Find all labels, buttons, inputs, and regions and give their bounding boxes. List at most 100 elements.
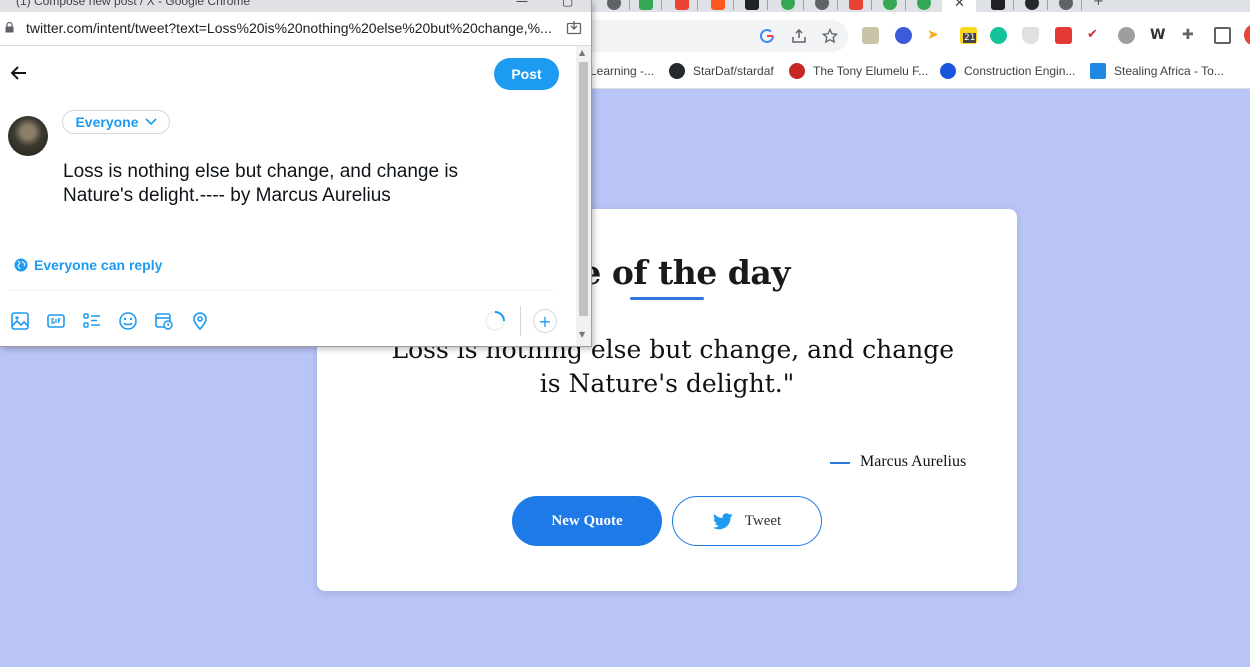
new-quote-button[interactable]: New Quote: [512, 496, 662, 546]
location-icon[interactable]: [190, 311, 210, 331]
install-app-icon[interactable]: [566, 20, 582, 36]
tab-favicon-icon: [849, 0, 863, 10]
browser-tab[interactable]: [1016, 0, 1048, 12]
profile-avatar[interactable]: [1244, 24, 1250, 46]
tab-separator: [1081, 0, 1082, 10]
tab-favicon-icon: [883, 0, 897, 10]
extension-badge: 21: [963, 33, 977, 43]
browser-tab[interactable]: [736, 0, 768, 12]
extension-blocked-icon[interactable]: [1118, 27, 1135, 44]
bookmark-item[interactable]: Construction Engin...: [940, 62, 1075, 80]
shield-icon[interactable]: [1022, 27, 1039, 44]
browser-tab[interactable]: [598, 0, 630, 12]
scroll-up-arrow-icon[interactable]: ▲: [579, 48, 585, 57]
browser-tab[interactable]: [908, 0, 940, 12]
globe-icon: [14, 258, 28, 272]
tab-separator: [871, 0, 872, 10]
browser-tab[interactable]: [772, 0, 804, 12]
extension-calendar-icon[interactable]: 21: [960, 27, 977, 44]
bookmark-item[interactable]: The Tony Elumelu F...: [789, 62, 928, 80]
compose-popup-window: (1) Compose new post / X - Google Chrome…: [0, 0, 592, 347]
bookmark-item[interactable]: Learning -...: [590, 62, 654, 80]
bookmark-star-icon[interactable]: [820, 26, 840, 46]
browser-tab[interactable]: [982, 0, 1014, 12]
tab-separator: [733, 0, 734, 10]
grammarly-icon[interactable]: [990, 27, 1007, 44]
plus-icon: +: [1093, 0, 1104, 9]
gif-icon[interactable]: [46, 311, 66, 331]
tab-favicon-icon: [917, 0, 931, 10]
emoji-icon[interactable]: [118, 311, 138, 331]
post-button[interactable]: Post: [494, 58, 559, 90]
audience-label: Everyone: [75, 114, 139, 130]
popup-window-title: (1) Compose new post / X - Google Chrome: [16, 0, 251, 8]
user-avatar[interactable]: [8, 116, 48, 156]
add-post-button[interactable]: +: [533, 309, 557, 333]
twitter-bird-icon: [712, 512, 733, 529]
bookmark-label: The Tony Elumelu F...: [813, 64, 929, 78]
tab-close-icon[interactable]: ✕: [954, 0, 965, 11]
bookmark-label: Learning -...: [590, 64, 655, 78]
tab-favicon-icon: [675, 0, 689, 10]
tab-separator: [661, 0, 662, 10]
browser-tab[interactable]: [840, 0, 872, 12]
bookmark-label: Construction Engin...: [964, 64, 1076, 78]
tab-separator: [1013, 0, 1014, 10]
media-icon[interactable]: [10, 311, 30, 331]
divider: [8, 290, 553, 291]
poll-icon[interactable]: [82, 311, 102, 331]
scroll-down-arrow-icon[interactable]: ▼: [579, 330, 585, 339]
tab-favicon-icon: [815, 0, 829, 10]
reply-setting-button[interactable]: Everyone can reply: [14, 257, 162, 273]
globe-icon: [789, 63, 805, 79]
popup-url-text[interactable]: twitter.com/intent/tweet?text=Loss%20is%…: [26, 20, 556, 36]
extension-arrow-icon[interactable]: ➤: [927, 27, 944, 44]
maximize-icon[interactable]: ▢: [562, 0, 573, 8]
extensions-puzzle-icon[interactable]: ✚: [1182, 27, 1199, 44]
tab-favicon-icon: [1059, 0, 1073, 10]
extension-grid-icon[interactable]: [1055, 27, 1072, 44]
address-bar[interactable]: [590, 20, 848, 52]
browser-tab[interactable]: [1050, 0, 1082, 12]
tab-separator: [767, 0, 768, 10]
side-panel-icon[interactable]: [1214, 27, 1231, 44]
share-icon[interactable]: [789, 26, 809, 46]
browser-tab[interactable]: [702, 0, 734, 12]
back-arrow-icon[interactable]: [9, 63, 29, 83]
active-browser-tab[interactable]: ✕: [942, 0, 976, 12]
audience-selector[interactable]: Everyone: [62, 110, 170, 134]
new-tab-button[interactable]: +: [1084, 0, 1116, 12]
tweet-button[interactable]: Tweet: [672, 496, 822, 546]
author-dash: [830, 462, 850, 464]
bookmark-label: Stealing Africa - To...: [1114, 64, 1224, 78]
bookmark-item[interactable]: StarDaf/stardaf: [669, 62, 774, 80]
browser-tab[interactable]: [666, 0, 698, 12]
background-toolbar: ➤ 21 ✔ W ✚: [590, 12, 1250, 54]
extension-check-icon[interactable]: ✔: [1087, 27, 1104, 44]
google-lens-icon[interactable]: [757, 26, 777, 46]
schedule-icon[interactable]: [154, 311, 174, 331]
popup-scrollbar[interactable]: ▲ ▼: [576, 46, 591, 346]
browser-tab[interactable]: [874, 0, 906, 12]
minimize-icon[interactable]: —: [516, 0, 528, 8]
tab-separator: [803, 0, 804, 10]
tab-favicon-icon: [639, 0, 653, 10]
tab-favicon-icon: [781, 0, 795, 10]
tab-separator: [837, 0, 838, 10]
tab-separator: [905, 0, 906, 10]
lock-icon[interactable]: [5, 22, 14, 33]
quote-author: Marcus Aurelius: [860, 453, 967, 470]
tweet-compose-textarea[interactable]: Loss is nothing else but change, and cha…: [63, 160, 533, 208]
chevron-down-icon: [144, 118, 157, 126]
browser-tab[interactable]: [806, 0, 838, 12]
tab-favicon-icon: [991, 0, 1005, 10]
bookmark-item[interactable]: Stealing Africa - To...: [1090, 62, 1224, 80]
browser-tab[interactable]: [630, 0, 662, 12]
extension-image-icon[interactable]: [862, 27, 879, 44]
extension-drive-icon[interactable]: [895, 27, 912, 44]
tab-separator: [1047, 0, 1048, 10]
tab-favicon-icon: [745, 0, 759, 10]
background-tab-strip: ✕ +: [590, 0, 1250, 12]
scrollbar-thumb[interactable]: [579, 62, 588, 316]
extension-w-icon[interactable]: W: [1150, 27, 1167, 44]
